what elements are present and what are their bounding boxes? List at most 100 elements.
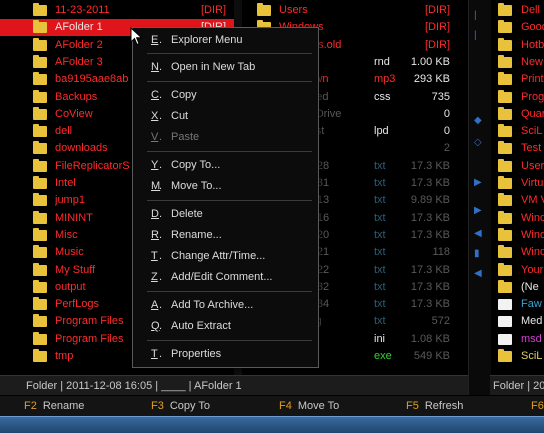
accelerator-dot: . <box>159 320 163 332</box>
sync-icon[interactable]: ◇ <box>474 137 482 148</box>
menu-item-label: Paste <box>171 131 200 143</box>
middle-file-row[interactable]: Users [DIR] <box>243 2 468 19</box>
file-name: Users <box>279 4 308 16</box>
menu-item[interactable]: N. Open in New Tab <box>133 57 318 78</box>
file-size: 9.89 KB <box>410 194 450 207</box>
stats-icon[interactable]: ▮ <box>474 248 480 259</box>
file-name: Good <box>521 21 544 34</box>
menu-item-label: Add To Archive... <box>171 299 254 311</box>
menu-item-accelerator: E <box>151 34 159 46</box>
swap-panels-icon[interactable]: ◆ <box>474 115 482 126</box>
accelerator-dot: . <box>159 348 163 360</box>
file-name: Faw <box>521 298 542 311</box>
file-size: 2 <box>443 142 450 155</box>
right-file-row[interactable]: VM V <box>491 192 544 209</box>
menu-item-accelerator: Y <box>151 159 159 171</box>
right-file-row[interactable]: Faw <box>491 296 544 313</box>
file-size: 572 <box>431 315 450 328</box>
menu-item-label: Delete <box>171 208 203 220</box>
accelerator-dot: . <box>159 61 163 73</box>
right-file-row[interactable]: SciL <box>491 123 544 140</box>
menu-separator <box>147 291 312 292</box>
right-file-row[interactable]: SciL <box>491 348 544 365</box>
right-file-row[interactable]: Test <box>491 140 544 157</box>
file-size: 0 <box>443 107 450 120</box>
accelerator-dot: . <box>159 89 163 101</box>
separator-icon: | <box>474 30 477 41</box>
menu-item[interactable]: X. Cut <box>133 106 318 127</box>
file-size: 293 KB <box>413 73 450 86</box>
menu-item-accelerator: N <box>151 61 159 73</box>
menu-item[interactable]: A. Add To Archive... <box>133 295 318 316</box>
right-file-row[interactable]: Print <box>491 71 544 88</box>
function-key-bar: F2 Rename F3 Copy To F4 Move To F5 Refresh F… <box>0 396 544 416</box>
accelerator-dot: . <box>159 131 163 143</box>
menu-item[interactable]: Q. Auto Extract <box>133 316 318 337</box>
arrow-left-icon[interactable]: ◀ <box>474 268 482 279</box>
fkey-f4[interactable]: F4 Move To <box>279 396 339 416</box>
right-file-row[interactable]: Hotb <box>491 37 544 54</box>
right-file-row[interactable]: Prog <box>491 89 544 106</box>
folder-icon <box>33 262 47 276</box>
menu-item[interactable]: Z. Add/Edit Comment... <box>133 267 318 288</box>
right-file-row[interactable]: Wind <box>491 210 544 227</box>
menu-item[interactable]: E. Explorer Menu <box>133 30 318 51</box>
folder-icon <box>33 124 47 138</box>
file-size: 549 KB <box>413 350 450 362</box>
folder-icon <box>33 349 47 362</box>
right-file-row[interactable]: Dell <box>491 2 544 19</box>
right-file-row[interactable]: Wind <box>491 244 544 261</box>
menu-item[interactable]: T. Change Attr/Time... <box>133 246 318 267</box>
right-file-row[interactable]: Good <box>491 19 544 36</box>
right-file-row[interactable]: (Ne <box>491 279 544 296</box>
right-file-row[interactable]: New <box>491 54 544 71</box>
menu-item[interactable]: V. Paste <box>133 127 318 148</box>
menu-item-accelerator: R <box>151 229 159 241</box>
fkey-f6[interactable]: F6 <box>531 396 544 416</box>
right-file-row[interactable]: Med <box>491 313 544 330</box>
folder-icon <box>498 158 512 172</box>
folder-icon <box>498 3 512 16</box>
menu-item-accelerator: C <box>151 89 159 101</box>
arrow-left-icon[interactable]: ◀ <box>474 228 482 239</box>
right-file-row[interactable]: User <box>491 158 544 175</box>
file-icon <box>498 299 512 311</box>
menu-item[interactable]: Y. Copy To... <box>133 155 318 176</box>
right-file-row[interactable]: Virtu <box>491 175 544 192</box>
accelerator-dot: . <box>159 250 163 262</box>
folder-icon <box>498 279 512 293</box>
menu-item[interactable]: D. Delete <box>133 204 318 225</box>
right-file-row[interactable]: msd <box>491 331 544 348</box>
arrow-right-icon[interactable]: ▶ <box>474 177 482 188</box>
accelerator-dot: . <box>159 208 163 220</box>
menu-item[interactable]: T. Properties <box>133 344 318 365</box>
menu-item[interactable]: C. Copy <box>133 85 318 106</box>
menu-item[interactable]: R. Rename... <box>133 225 318 246</box>
file-size: 17.3 KB <box>410 228 450 241</box>
folder-icon <box>498 37 512 51</box>
right-file-row[interactable]: Quar <box>491 106 544 123</box>
menu-item-label: Explorer Menu <box>171 34 243 46</box>
right-status-text: Folder | 20 <box>493 380 544 392</box>
right-file-row[interactable]: Your <box>491 262 544 279</box>
folder-icon <box>33 158 47 172</box>
file-name: Test <box>521 142 542 155</box>
right-file-panel[interactable]: Dell Good Hotb New Print Prog Quar SciL Test User… <box>491 0 544 375</box>
menu-item-accelerator: T <box>151 250 158 262</box>
file-name: Hotb <box>521 38 544 51</box>
left-file-row[interactable]: 11-23-2011 [DIR] <box>0 2 242 19</box>
file-icon <box>498 316 512 328</box>
fkey-f5[interactable]: F5 Refresh <box>406 396 463 416</box>
file-size: 17.3 KB <box>410 280 450 293</box>
fkey-f2[interactable]: F2 Rename <box>24 396 84 416</box>
fkey-f3[interactable]: F3 Copy To <box>151 396 210 416</box>
folder-icon <box>33 20 47 34</box>
right-file-row[interactable]: Wind <box>491 227 544 244</box>
folder-icon <box>498 262 512 276</box>
file-size: 17.3 KB <box>410 159 450 172</box>
folder-icon <box>33 89 47 103</box>
arrow-right-icon[interactable]: ▶ <box>474 205 482 216</box>
menu-item[interactable]: M. Move To... <box>133 176 318 197</box>
menu-separator <box>147 340 312 341</box>
folder-icon <box>33 227 47 241</box>
